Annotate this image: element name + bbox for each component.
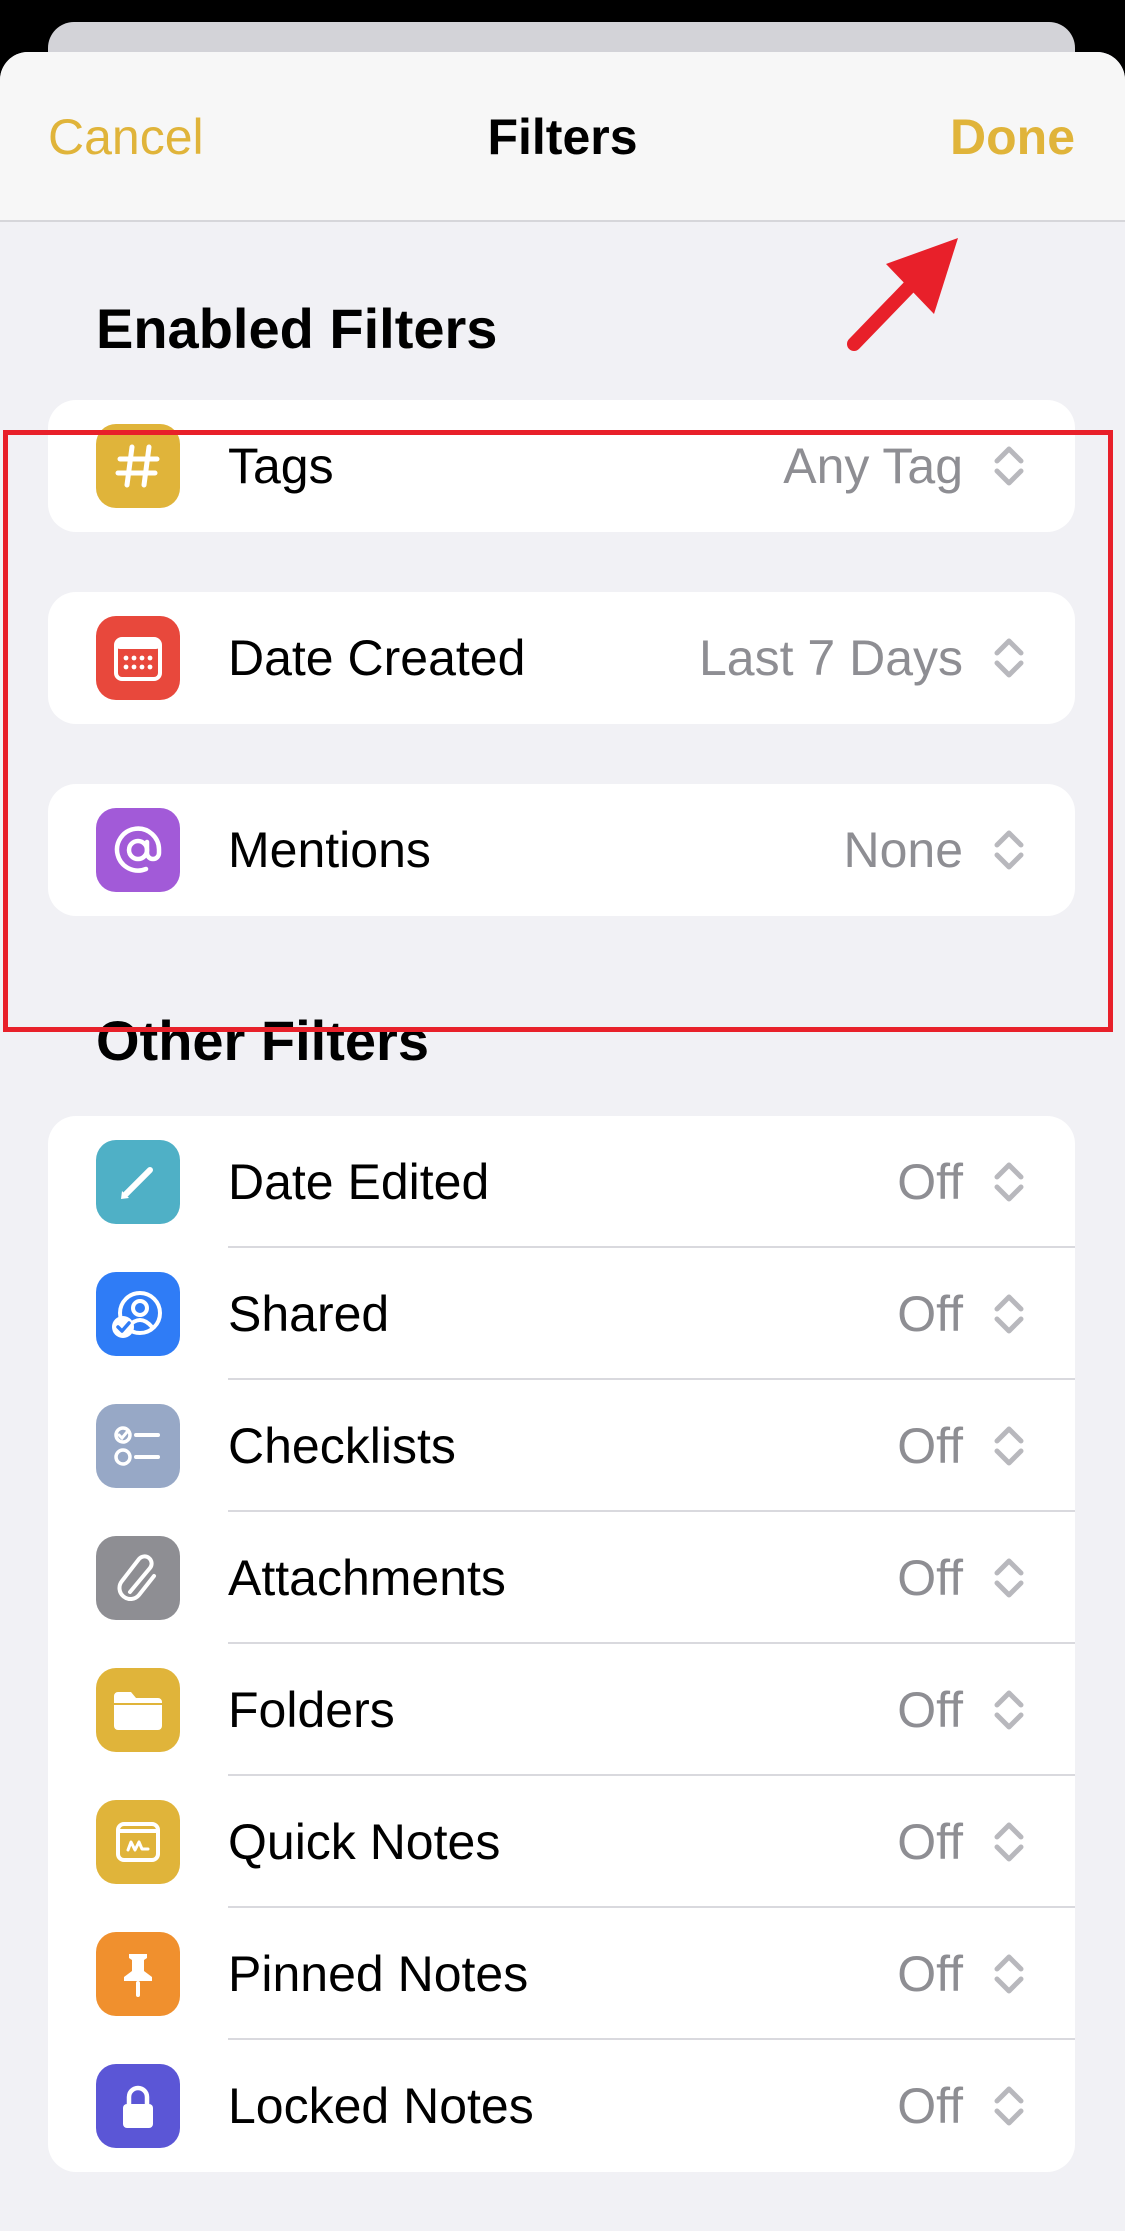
chevron-up-down-icon[interactable] (991, 2084, 1027, 2128)
filter-label: Attachments (228, 1550, 506, 1606)
filter-label: Pinned Notes (228, 1946, 529, 2002)
filter-row-quick-notes[interactable]: Quick Notes Off (48, 1776, 1075, 1908)
other-filters-card: Date Edited Off Shared Off Checklists Of… (48, 1116, 1075, 2172)
filter-row-shared[interactable]: Shared Off (48, 1248, 1075, 1380)
filter-label: Checklists (228, 1418, 456, 1474)
filter-value[interactable]: Off (897, 1116, 963, 1248)
highlight-box (3, 430, 1113, 1032)
chevron-up-down-icon[interactable] (991, 1292, 1027, 1336)
filter-label: Date Edited (228, 1154, 490, 1210)
filter-value[interactable]: Off (897, 1776, 963, 1908)
filter-label: Locked Notes (228, 2078, 534, 2134)
filter-row-attachments[interactable]: Attachments Off (48, 1512, 1075, 1644)
filter-value[interactable]: Off (897, 1248, 963, 1380)
chevron-up-down-icon[interactable] (991, 1160, 1027, 1204)
filter-row-locked-notes[interactable]: Locked Notes Off (48, 2040, 1075, 2172)
filter-value[interactable]: Off (897, 1512, 963, 1644)
chevron-up-down-icon[interactable] (991, 1424, 1027, 1468)
chevron-up-down-icon[interactable] (991, 1820, 1027, 1864)
filter-value[interactable]: Off (897, 2040, 963, 2172)
filter-label: Folders (228, 1682, 395, 1738)
chevron-up-down-icon[interactable] (991, 1688, 1027, 1732)
chevron-up-down-icon[interactable] (991, 1952, 1027, 1996)
quick-note-icon (96, 1800, 180, 1884)
filter-row-folders[interactable]: Folders Off (48, 1644, 1075, 1776)
filter-label: Quick Notes (228, 1814, 501, 1870)
filter-value[interactable]: Off (897, 1380, 963, 1512)
section-title-enabled: Enabled Filters (96, 297, 498, 360)
folder-icon (96, 1668, 180, 1752)
done-button[interactable]: Done (950, 108, 1075, 166)
red-arrow-annotation (847, 238, 958, 351)
lock-icon (96, 2064, 180, 2148)
filter-value[interactable]: Off (897, 1908, 963, 2040)
paperclip-icon (96, 1536, 180, 1620)
filter-row-date-edited[interactable]: Date Edited Off (48, 1116, 1075, 1248)
filter-label: Shared (228, 1286, 390, 1342)
checklist-icon (96, 1404, 180, 1488)
shared-person-icon (96, 1272, 180, 1356)
filter-row-pinned-notes[interactable]: Pinned Notes Off (48, 1908, 1075, 2040)
pencil-icon (96, 1140, 180, 1224)
filter-row-checklists[interactable]: Checklists Off (48, 1380, 1075, 1512)
chevron-up-down-icon[interactable] (991, 1556, 1027, 1600)
pin-icon (96, 1932, 180, 2016)
navigation-bar: Cancel Filters Done (0, 52, 1125, 222)
filter-value[interactable]: Off (897, 1644, 963, 1776)
filters-sheet: Cancel Filters Done Enabled Filters Tags… (0, 52, 1125, 2231)
